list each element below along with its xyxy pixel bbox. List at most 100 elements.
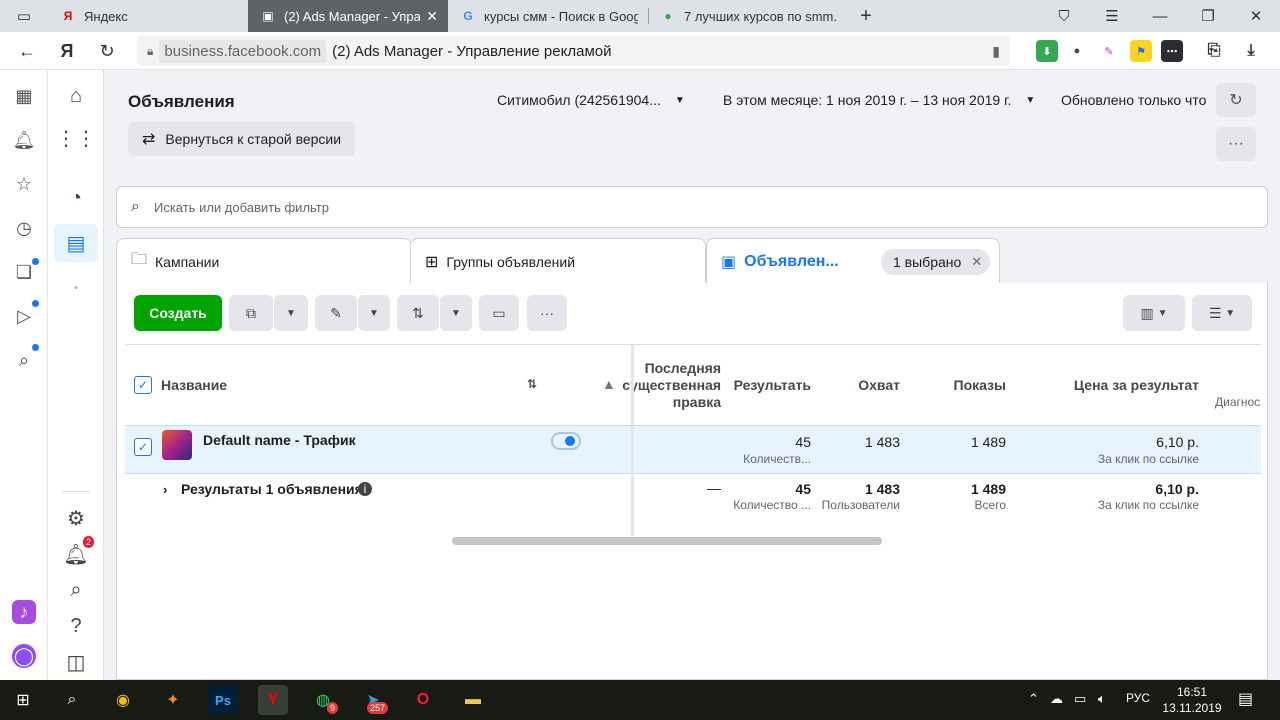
onedrive-icon[interactable]: ☁	[1050, 691, 1063, 707]
download-icon[interactable]: ⤓	[1240, 40, 1262, 62]
date-range-selector[interactable]: В этом месяце: 1 ноя 2019 г. – 13 ноя 20…	[723, 92, 1035, 108]
all-tools-grid-icon[interactable]: ⋮⋮	[56, 124, 96, 152]
browser-sidebar: ▦ 🔔︎ ☆ ◷ ❏ ▷ ⌕ ♪ ◯	[0, 70, 48, 680]
column-header-results[interactable]: Результать	[715, 377, 811, 393]
close-tab-icon[interactable]: ✕	[426, 8, 438, 25]
horizontal-scrollbar[interactable]	[452, 537, 882, 545]
ads-manager-icon: ▣	[262, 9, 274, 23]
photoshop-icon[interactable]: Ps	[208, 685, 238, 715]
network-icon[interactable]: ▭	[1074, 691, 1086, 707]
extension-icon-2[interactable]: ●	[1066, 40, 1088, 62]
search-filter-input[interactable]: ⌕ Искать или добавить фильтр	[116, 186, 1268, 228]
panel-toggle-icon[interactable]: ◫	[62, 648, 90, 676]
cell-results-sub: Количеств...	[743, 452, 811, 466]
info-icon[interactable]: i	[358, 482, 372, 496]
opera-icon[interactable]: O	[408, 685, 438, 715]
bookmarks-icon[interactable]: ⛉	[1044, 0, 1084, 32]
telegram-icon[interactable]: ➤ 257	[358, 685, 388, 715]
reload-icon[interactable]: ↻	[92, 36, 122, 66]
column-header-reach[interactable]: Охват	[820, 377, 900, 393]
browser-tab-courses[interactable]: ● 7 лучших курсов по smm. Рейтинг	[648, 0, 848, 32]
apps-icon[interactable]: ▦	[12, 84, 36, 108]
create-button[interactable]: Создать	[134, 295, 222, 331]
notification-dot	[32, 344, 39, 351]
more-actions-button[interactable]: ···	[527, 295, 567, 331]
system-clock[interactable]: 16:51 13.11.2019	[1162, 684, 1222, 716]
old-version-button[interactable]: ⇄ Вернуться к старой версии	[128, 122, 356, 156]
new-tab-button[interactable]: +	[846, 0, 886, 32]
volume-icon[interactable]: 🔈︎	[1098, 691, 1106, 707]
duplicate-dropdown[interactable]: ▼	[274, 295, 308, 331]
column-header-impressions[interactable]: Показы	[915, 377, 1007, 393]
language-indicator[interactable]: РУС	[1126, 691, 1150, 705]
yandex-home-icon[interactable]: Я	[52, 36, 82, 66]
extension-icon-3[interactable]: ✎	[1098, 40, 1120, 62]
browser-tab-ads-manager[interactable]: ▣ (2) Ads Manager - Управление рекламой …	[248, 0, 448, 32]
chrome-icon[interactable]: ◉	[108, 685, 138, 715]
table-row[interactable]: ✓ Default name - Трафик 45 Количеств... …	[125, 425, 1261, 474]
file-explorer-icon[interactable]: ▬	[458, 685, 488, 715]
ab-test-button[interactable]: ⇅	[397, 295, 439, 331]
search-icon[interactable]: ⌕	[62, 576, 90, 604]
extension-icon-1[interactable]: ⬇	[1036, 40, 1058, 62]
address-bar[interactable]: 🔒︎ business.facebook.com (2) Ads Manager…	[137, 36, 1010, 66]
expand-chevron-icon[interactable]: ›	[163, 482, 167, 497]
windows-start-icon[interactable]: ⊞	[8, 685, 38, 715]
edit-dropdown[interactable]: ▼	[358, 295, 390, 331]
edit-button[interactable]: ✎	[315, 295, 357, 331]
tab-ad-sets[interactable]: ⊞ Группы объявлений	[410, 238, 706, 284]
row-checkbox[interactable]: ✓	[134, 438, 152, 456]
refresh-button[interactable]: ↻	[1216, 83, 1256, 117]
bookmark-icon[interactable]: ▮	[992, 43, 1000, 60]
selection-chip[interactable]: 1 выбрано ✕	[881, 249, 991, 275]
extension-icon-5[interactable]: ⋯	[1161, 40, 1183, 62]
menu-icon[interactable]: ☰	[1092, 0, 1132, 32]
app-icon[interactable]: ✦	[158, 685, 188, 715]
search-page-icon[interactable]: ⌕	[12, 348, 36, 372]
tray-expand-icon[interactable]: ⌃	[1028, 691, 1039, 707]
action-center-icon[interactable]: ▤	[1238, 689, 1253, 709]
yandex-music-icon[interactable]: ♪	[12, 600, 36, 624]
duplicate-icon: ⧉	[246, 304, 256, 321]
tab-campaigns[interactable]: 🗀︎ Кампании	[116, 238, 412, 284]
whatsapp-icon[interactable]: ◍ 9	[308, 685, 338, 715]
yandex-browser-icon[interactable]: Y	[258, 685, 288, 715]
sidebar-toggle-icon[interactable]: ▭	[4, 0, 44, 32]
notifications-icon[interactable]: 🔔︎ 2	[62, 536, 94, 568]
ad-status-toggle[interactable]	[551, 432, 581, 450]
sort-icon[interactable]: ⇅	[527, 377, 537, 391]
warning-icon: ▲	[602, 376, 616, 392]
extension-icon-4[interactable]: ⚑	[1130, 40, 1152, 62]
dashboard-gauge-icon[interactable]: ◔	[62, 184, 90, 212]
duplicate-button[interactable]: ⧉	[229, 295, 273, 331]
more-options-button[interactable]: ···	[1216, 127, 1256, 161]
favorites-star-icon[interactable]: ☆	[12, 172, 36, 196]
back-icon[interactable]: ←	[12, 36, 42, 66]
home-icon[interactable]: ⌂	[62, 82, 90, 110]
browser-tab-google[interactable]: G курсы смм - Поиск в Google	[448, 0, 648, 32]
restore-icon[interactable]: ❐	[1188, 0, 1228, 32]
select-all-checkbox[interactable]: ✓	[134, 376, 152, 394]
ads-manager-table-icon[interactable]: ▤	[54, 224, 98, 262]
help-icon[interactable]: ?	[62, 612, 90, 640]
ab-test-dropdown[interactable]: ▼	[440, 295, 472, 331]
preview-button[interactable]: ▭	[479, 295, 519, 331]
history-clock-icon[interactable]: ◷	[12, 216, 36, 240]
search-icon[interactable]: ⌕	[57, 685, 87, 715]
columns-button[interactable]: ▥ ▼	[1123, 295, 1185, 331]
browser-tab-yandex[interactable]: Я Яндекс	[48, 0, 248, 32]
notifications-bell-icon[interactable]: 🔔︎	[12, 128, 36, 152]
account-selector[interactable]: Ситимобил (242561904... ▼	[497, 92, 685, 108]
clear-selection-icon[interactable]: ✕	[971, 254, 982, 270]
downloads-manager-icon[interactable]: ⎘	[1203, 40, 1225, 62]
column-header-name[interactable]: Название	[161, 377, 227, 393]
breakdown-button[interactable]: ☰ ▼	[1192, 295, 1252, 331]
video-play-icon[interactable]: ▷	[12, 304, 36, 328]
settings-gear-icon[interactable]: ⚙	[62, 504, 90, 532]
column-header-diagnostics[interactable]: Диагнос	[1215, 395, 1260, 409]
close-window-icon[interactable]: ✕	[1236, 0, 1276, 32]
ad-name[interactable]: Default name - Трафик	[203, 432, 356, 448]
alice-assistant-icon[interactable]: ◯	[12, 644, 36, 668]
minimize-icon[interactable]: —	[1140, 0, 1180, 32]
column-header-cost-per-result[interactable]: Цена за результат	[1025, 377, 1199, 393]
